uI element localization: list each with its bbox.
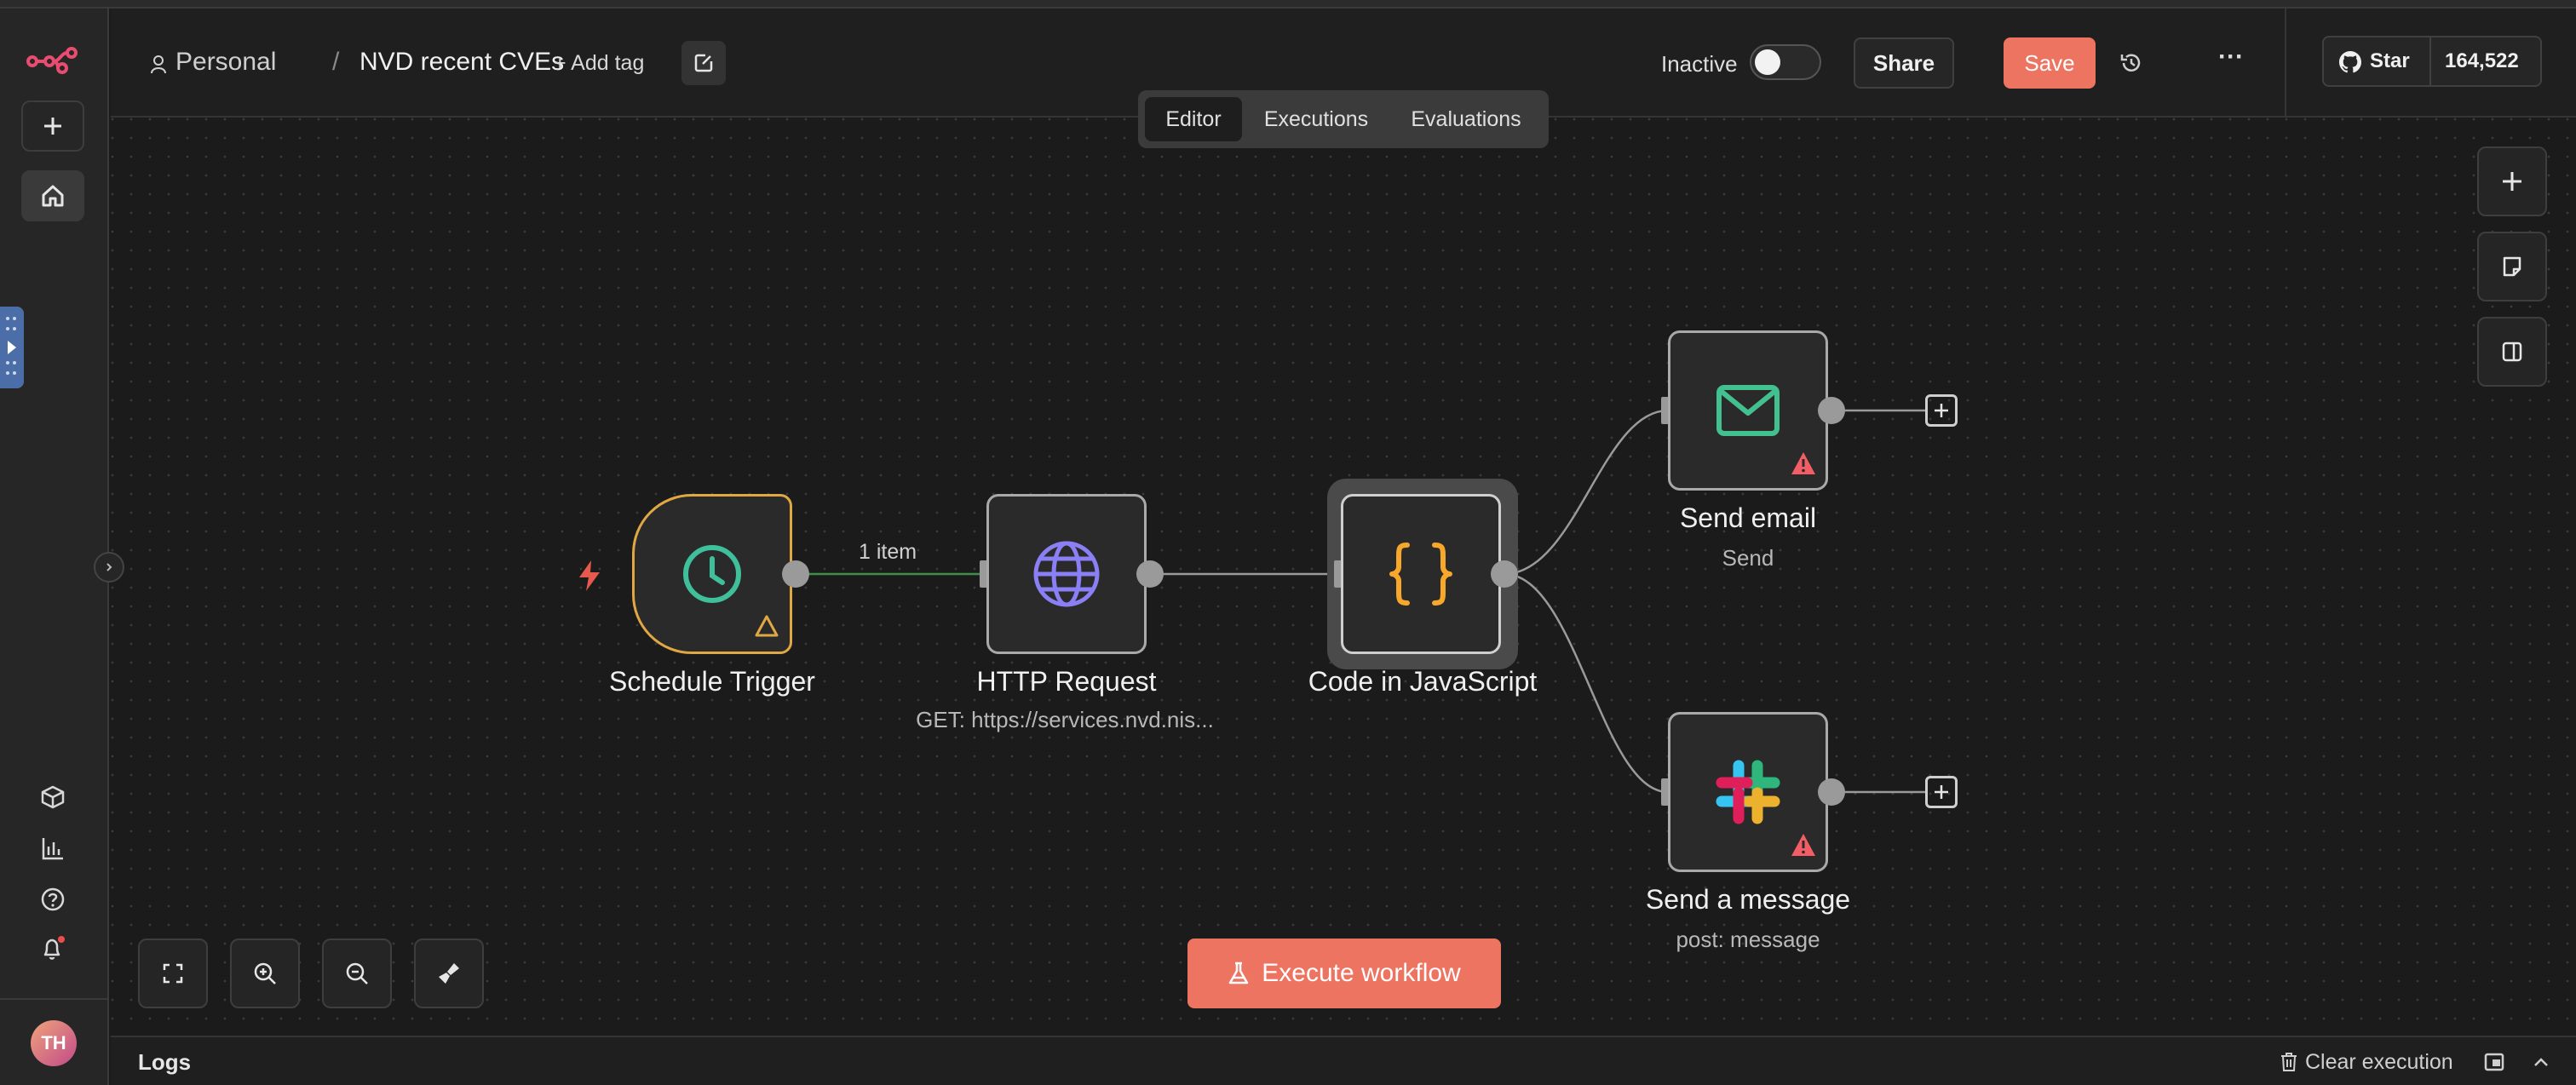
zoom-out-button[interactable] (322, 939, 392, 1008)
logs-panel[interactable]: Logs Clear execution (111, 1036, 2576, 1085)
trash-icon (2281, 1053, 2297, 1071)
node-subtitle: post: message (1676, 927, 1820, 952)
output-port[interactable] (1491, 560, 1518, 588)
execute-workflow-label: Execute workflow (1262, 959, 1461, 987)
node-http-request[interactable] (986, 494, 1147, 654)
zoom-in-icon (254, 962, 276, 985)
flask-icon (1229, 962, 1249, 985)
node-code-javascript[interactable] (1341, 494, 1501, 654)
plus-icon (1935, 785, 1948, 799)
clock-icon (683, 545, 741, 603)
slack-icon (1716, 760, 1780, 824)
plus-icon (1935, 404, 1948, 417)
code-braces-icon (1389, 542, 1452, 606)
node-label: Send a message (1645, 884, 1851, 915)
add-next-node-button[interactable] (1925, 776, 1958, 808)
tidy-up-button[interactable] (414, 939, 484, 1008)
zoom-out-icon (346, 962, 368, 985)
lightning-icon (579, 560, 600, 591)
node-label: Schedule Trigger (609, 666, 815, 697)
warning-icon (755, 615, 779, 637)
output-port[interactable] (1818, 397, 1845, 424)
add-next-node-button[interactable] (1925, 394, 1958, 427)
node-label: HTTP Request (976, 666, 1157, 697)
connections-layer (796, 409, 1925, 794)
edge-code-to-email[interactable] (1504, 409, 1669, 576)
node-schedule-trigger[interactable] (632, 494, 792, 654)
window-top-edge (0, 0, 2576, 9)
brush-icon (439, 963, 459, 984)
clear-execution-label: Clear execution (2305, 1049, 2453, 1074)
output-port[interactable] (1136, 560, 1164, 588)
node-label: Send email (1679, 502, 1817, 533)
pop-out-logs-button[interactable] (2482, 1049, 2508, 1075)
node-subtitle: Send (1722, 545, 1774, 571)
globe-icon (1033, 541, 1100, 607)
warning-icon (1791, 834, 1815, 856)
output-port[interactable] (782, 560, 809, 588)
popout-icon (2484, 1053, 2504, 1071)
fullscreen-icon (163, 963, 183, 984)
app-root: TH Personal / NVD recent CVEs + Add tag … (0, 0, 2576, 1085)
warning-icon (1791, 452, 1815, 474)
fit-view-button[interactable] (138, 939, 208, 1008)
chevron-up-icon (2534, 1058, 2548, 1066)
node-send-message[interactable] (1668, 712, 1828, 872)
execute-workflow-button[interactable]: Execute workflow (1187, 939, 1501, 1008)
mail-icon (1716, 385, 1780, 436)
node-send-email[interactable] (1668, 330, 1828, 491)
expand-logs-button[interactable] (2528, 1049, 2554, 1075)
node-label: Code in JavaScript (1308, 666, 1538, 697)
output-port[interactable] (1818, 778, 1845, 806)
clear-execution-button[interactable]: Clear execution (2280, 1048, 2453, 1076)
logs-title: Logs (138, 1049, 192, 1075)
connection-item-count: 1 item (859, 540, 917, 564)
zoom-in-button[interactable] (230, 939, 300, 1008)
node-subtitle: GET: https://services.nvd.nis... (916, 707, 1214, 732)
